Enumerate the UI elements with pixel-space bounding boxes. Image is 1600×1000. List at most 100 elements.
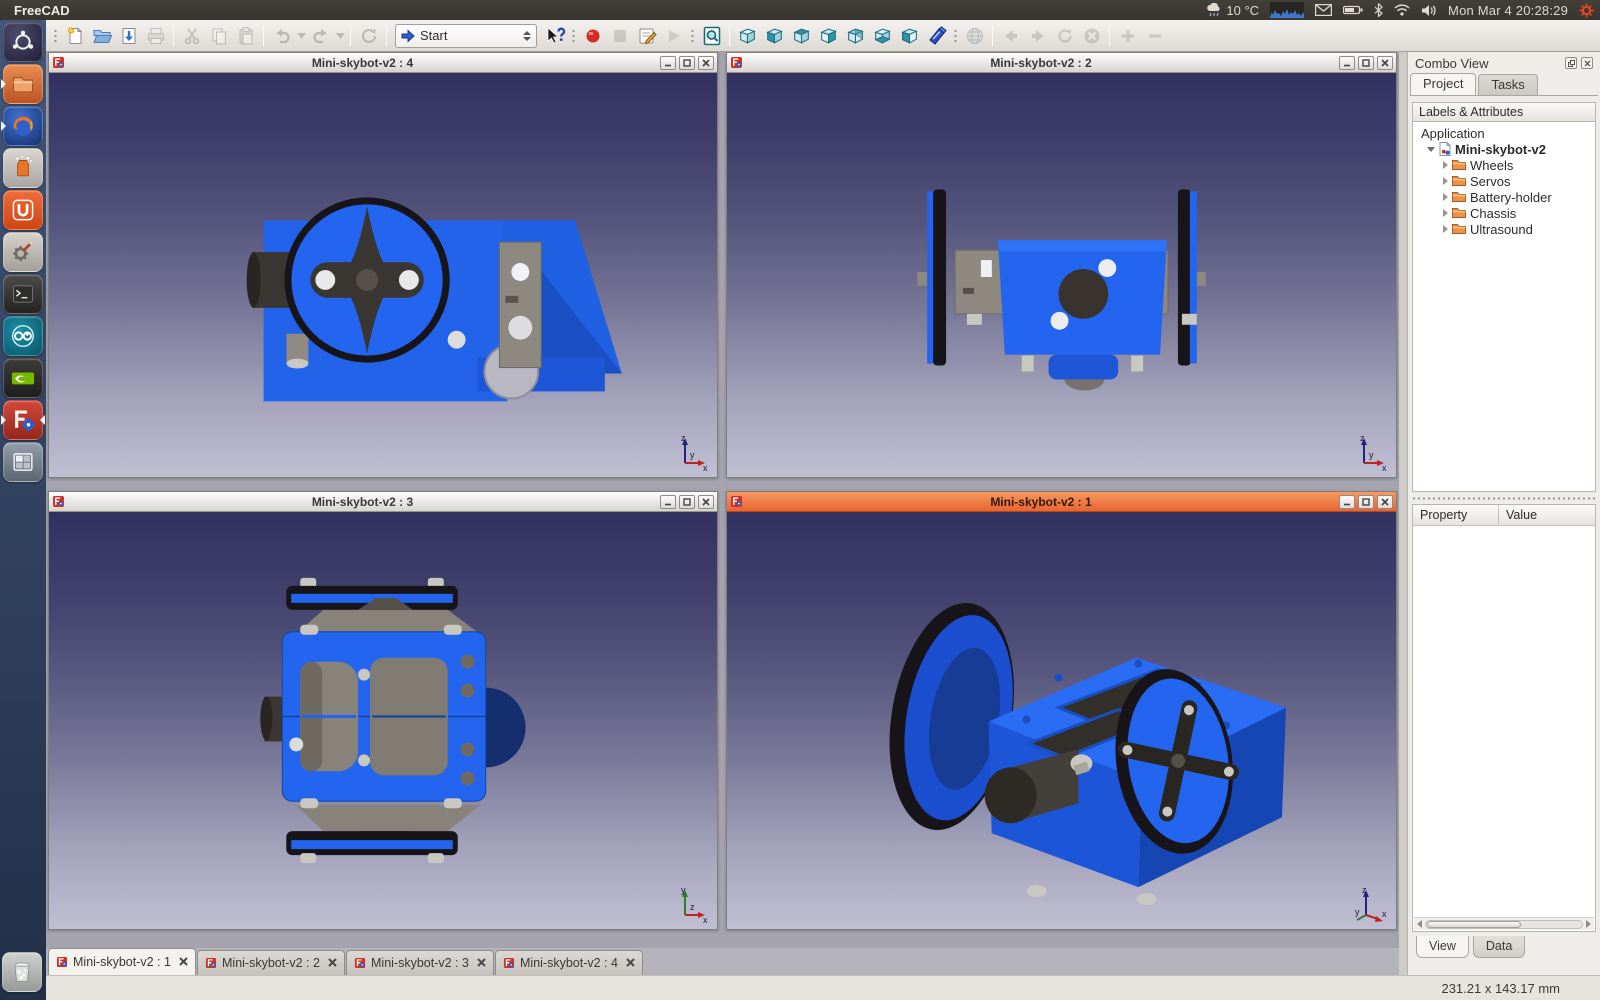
- document-tab-2[interactable]: Mini-skybot-v2 : 2: [197, 950, 345, 975]
- copy-button[interactable]: [205, 23, 232, 49]
- property-column-header[interactable]: Property: [1413, 505, 1499, 525]
- document-tab-1[interactable]: Mini-skybot-v2 : 1: [48, 948, 196, 975]
- 3d-viewport-1[interactable]: z y x: [727, 512, 1396, 929]
- clock[interactable]: Mon Mar 4 20:28:29: [1448, 3, 1568, 18]
- maximize-button[interactable]: [679, 495, 695, 509]
- wifi-indicator-icon[interactable]: [1394, 4, 1410, 16]
- macro-play-button[interactable]: [660, 23, 687, 49]
- undo-dropdown-arrow[interactable]: [295, 23, 307, 49]
- view-bottom-button[interactable]: [869, 23, 896, 49]
- launcher-item-freecad[interactable]: [3, 400, 43, 440]
- macro-edit-button[interactable]: [633, 23, 660, 49]
- bluetooth-indicator-icon[interactable]: [1374, 3, 1383, 17]
- launcher-item-software-center[interactable]: [3, 148, 43, 188]
- tab-view[interactable]: View: [1416, 936, 1469, 958]
- minimize-button[interactable]: [660, 56, 676, 70]
- scrollbar-thumb[interactable]: [1427, 921, 1521, 928]
- macro-record-button[interactable]: [579, 23, 606, 49]
- view-top-button[interactable]: [788, 23, 815, 49]
- toolbar-drag-handle[interactable]: [571, 27, 576, 45]
- measure-distance-button[interactable]: [923, 23, 950, 49]
- fit-all-button[interactable]: [698, 23, 725, 49]
- expander-closed-icon[interactable]: [1443, 209, 1448, 217]
- document-tab-3[interactable]: Mini-skybot-v2 : 3: [346, 950, 494, 975]
- launcher-item-firefox[interactable]: [3, 106, 43, 146]
- scroll-left-icon[interactable]: [1417, 920, 1422, 928]
- expander-closed-icon[interactable]: [1443, 225, 1448, 233]
- view-rear-button[interactable]: [842, 23, 869, 49]
- tab-data[interactable]: Data: [1473, 936, 1525, 958]
- open-document-button[interactable]: [88, 23, 115, 49]
- window-titlebar[interactable]: Mini-skybot-v2 : 3: [49, 492, 717, 512]
- battery-indicator-icon[interactable]: [1343, 5, 1363, 15]
- window-titlebar[interactable]: Mini-skybot-v2 : 2: [727, 53, 1396, 73]
- macro-stop-button[interactable]: [606, 23, 633, 49]
- close-panel-icon[interactable]: [1581, 57, 1593, 69]
- tree-item-chassis[interactable]: Chassis: [1415, 205, 1593, 221]
- combo-view-titlebar[interactable]: Combo View: [1408, 52, 1600, 74]
- redo-button[interactable]: [307, 23, 334, 49]
- print-button[interactable]: [142, 23, 169, 49]
- nav-refresh-button[interactable]: [1051, 23, 1078, 49]
- launcher-item-trash[interactable]: [2, 952, 42, 992]
- scrollbar-track[interactable]: [1425, 920, 1583, 929]
- refresh-button[interactable]: [355, 23, 382, 49]
- workbench-selector[interactable]: Start: [395, 24, 537, 48]
- launcher-item-system-settings[interactable]: [3, 232, 43, 272]
- redo-dropdown-arrow[interactable]: [334, 23, 346, 49]
- minimize-button[interactable]: [1339, 56, 1355, 70]
- close-button[interactable]: [1377, 56, 1393, 70]
- launcher-item-ubuntu-one[interactable]: [3, 190, 43, 230]
- tree-item-document[interactable]: Mini-skybot-v2: [1415, 141, 1593, 157]
- 3d-viewport-2[interactable]: z y x: [727, 73, 1396, 477]
- nav-stop-button[interactable]: [1078, 23, 1105, 49]
- expander-closed-icon[interactable]: [1443, 177, 1448, 185]
- window-titlebar[interactable]: Mini-skybot-v2 : 4: [49, 53, 717, 73]
- zoom-in-button[interactable]: [1114, 23, 1141, 49]
- nav-forward-button[interactable]: [1024, 23, 1051, 49]
- tab-close-icon[interactable]: [477, 956, 486, 970]
- tree-item-battery-holder[interactable]: Battery-holder: [1415, 189, 1593, 205]
- expander-closed-icon[interactable]: [1443, 193, 1448, 201]
- undo-button[interactable]: [268, 23, 295, 49]
- float-panel-icon[interactable]: [1565, 57, 1577, 69]
- tree-item-application[interactable]: Application: [1415, 125, 1593, 141]
- cut-button[interactable]: [178, 23, 205, 49]
- launcher-item-workspace-switcher[interactable]: [3, 442, 43, 482]
- toolbar-drag-handle[interactable]: [53, 27, 58, 45]
- maximize-button[interactable]: [1358, 56, 1374, 70]
- scroll-right-icon[interactable]: [1586, 920, 1591, 928]
- mail-indicator-icon[interactable]: [1315, 4, 1332, 16]
- launcher-item-ubuntu-dash[interactable]: [3, 22, 43, 62]
- save-document-button[interactable]: [115, 23, 142, 49]
- horizontal-scrollbar[interactable]: [1414, 917, 1594, 930]
- 3d-viewport-3[interactable]: y z x: [49, 512, 717, 929]
- launcher-item-terminal[interactable]: [3, 274, 43, 314]
- close-button[interactable]: [698, 56, 714, 70]
- launcher-item-arduino[interactable]: [3, 316, 43, 356]
- tab-tasks[interactable]: Tasks: [1478, 74, 1537, 95]
- view-axonometric-button[interactable]: [734, 23, 761, 49]
- system-monitor-graph[interactable]: [1270, 2, 1304, 18]
- launcher-item-nvidia-settings[interactable]: [3, 358, 43, 398]
- tree-item-wheels[interactable]: Wheels: [1415, 157, 1593, 173]
- volume-indicator-icon[interactable]: [1421, 4, 1437, 17]
- tree-item-servos[interactable]: Servos: [1415, 173, 1593, 189]
- maximize-button[interactable]: [1358, 495, 1374, 509]
- new-document-button[interactable]: [61, 23, 88, 49]
- minimize-button[interactable]: [660, 495, 676, 509]
- whats-this-button[interactable]: [541, 23, 568, 49]
- panel-splitter[interactable]: [1412, 494, 1596, 502]
- zoom-out-button[interactable]: [1141, 23, 1168, 49]
- tab-close-icon[interactable]: [179, 955, 188, 969]
- weather-indicator[interactable]: 10 °C: [1206, 3, 1259, 18]
- view-left-button[interactable]: [896, 23, 923, 49]
- view-front-button[interactable]: [761, 23, 788, 49]
- maximize-button[interactable]: [679, 56, 695, 70]
- tab-project[interactable]: Project: [1410, 73, 1476, 95]
- close-button[interactable]: [1377, 495, 1393, 509]
- nav-back-button[interactable]: [997, 23, 1024, 49]
- paste-button[interactable]: [232, 23, 259, 49]
- document-tab-4[interactable]: Mini-skybot-v2 : 4: [495, 950, 643, 975]
- tab-close-icon[interactable]: [328, 956, 337, 970]
